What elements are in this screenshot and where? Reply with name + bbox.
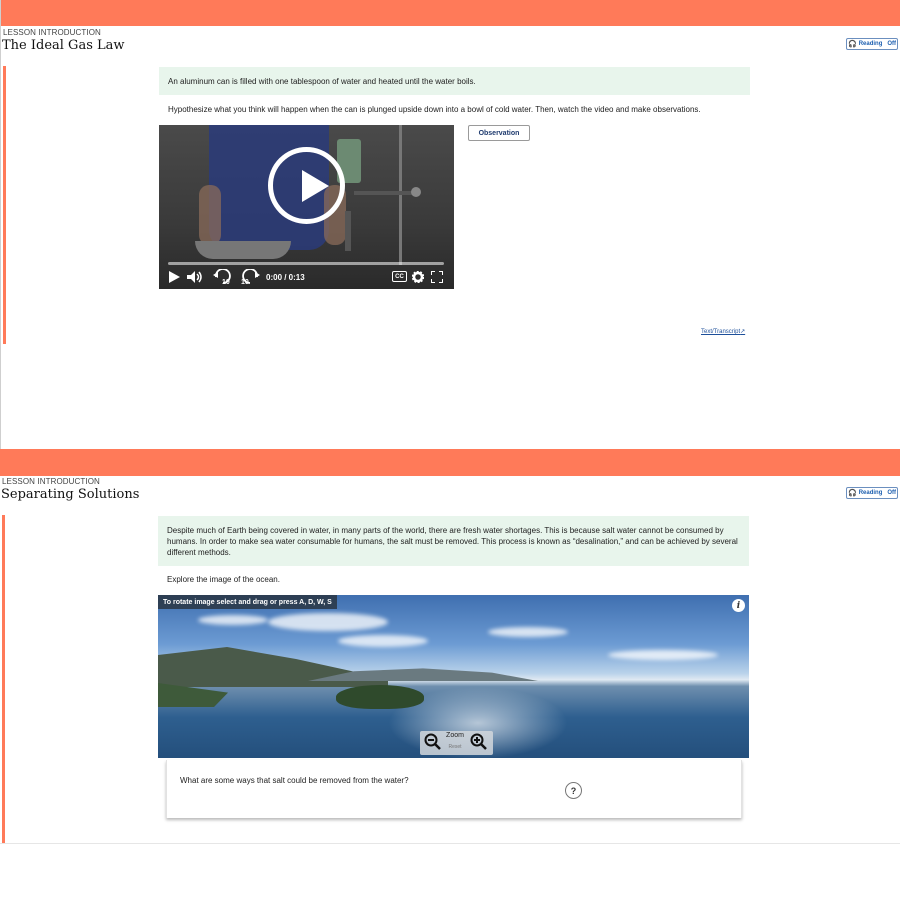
hypothesis-prompt: Hypothesize what you think will happen w… [168, 105, 701, 114]
reading-state: Off [887, 490, 897, 496]
ocean-panorama-viewer[interactable]: To rotate image select and drag or press… [158, 595, 749, 758]
video-time: 0:00 / 0:13 [266, 273, 305, 282]
left-accent-stripe [2, 515, 5, 843]
external-link-icon: ↗ [740, 329, 746, 335]
info-icon[interactable]: i [732, 599, 745, 612]
cloud [608, 650, 718, 660]
observation-button[interactable]: Observation [468, 125, 530, 141]
cloud [338, 635, 428, 647]
zoom-label: Zoom [446, 732, 464, 739]
intro-callout: An aluminum can is filled with one table… [159, 67, 750, 95]
help-button[interactable]: ? [565, 782, 582, 799]
headphones-icon: 🎧 [847, 490, 857, 497]
play-icon [302, 170, 329, 202]
fullscreen-icon[interactable] [431, 271, 443, 283]
zoom-out-icon[interactable] [424, 733, 442, 751]
rewind-10-icon[interactable]: 10 [213, 269, 235, 285]
mountain [308, 668, 538, 681]
video-frame-burner [345, 211, 351, 251]
lesson-eyebrow: LESSON INTRODUCTION [2, 477, 100, 486]
cloud [488, 627, 568, 637]
question-card: What are some ways that salt could be re… [166, 760, 742, 818]
mountain [158, 647, 388, 687]
video-frame-arm [199, 185, 221, 245]
transcript-label: Text/Transcript [701, 329, 741, 335]
top-accent-bar [1, 0, 900, 26]
video-player[interactable]: 10 10 0:00 / 0:13 CC [159, 125, 454, 289]
left-accent-stripe [3, 66, 6, 344]
lesson-panel-ideal-gas-law: LESSON INTRODUCTION The Ideal Gas Law 🎧 … [0, 0, 900, 449]
reading-toggle-button[interactable]: 🎧 Reading Off [846, 487, 898, 499]
reading-state: Off [887, 41, 897, 47]
forward-10-icon[interactable]: 10 [238, 269, 260, 285]
intro-callout: Despite much of Earth being covered in w… [158, 516, 749, 566]
cloud [268, 613, 388, 631]
settings-gear-icon[interactable] [412, 271, 424, 283]
reading-label: Reading [858, 41, 883, 47]
top-accent-bar [0, 449, 900, 476]
question-text: What are some ways that salt could be re… [180, 776, 409, 785]
zoom-controls: Zoom Reset [420, 731, 493, 755]
video-frame-bowl [195, 241, 291, 259]
zoom-in-icon[interactable] [470, 733, 488, 751]
video-frame-stand [399, 125, 402, 265]
transcript-link[interactable]: Text/Transcript↗ [701, 328, 745, 335]
cloud [198, 615, 268, 625]
video-frame-knob [411, 187, 421, 197]
closed-captions-button[interactable]: CC [392, 271, 407, 282]
forward-seconds: 10 [241, 279, 249, 285]
explore-prompt: Explore the image of the ocean. [167, 575, 280, 584]
page-title: Separating Solutions [1, 487, 140, 502]
video-frame-clamp [354, 191, 414, 195]
rotate-hint: To rotate image select and drag or press… [158, 595, 337, 609]
island [336, 685, 424, 709]
rewind-seconds: 10 [222, 279, 230, 285]
reading-toggle-button[interactable]: 🎧 Reading Off [846, 38, 898, 50]
zoom-reset-button[interactable]: Reset [443, 744, 467, 750]
headphones-icon: 🎧 [847, 41, 857, 48]
video-progress-bar[interactable] [168, 262, 444, 265]
play-icon[interactable] [169, 271, 180, 283]
volume-icon[interactable] [187, 271, 203, 283]
lesson-eyebrow: LESSON INTRODUCTION [3, 28, 101, 37]
reading-label: Reading [858, 490, 883, 496]
footer-divider [0, 843, 900, 844]
page-title: The Ideal Gas Law [2, 38, 125, 53]
play-button[interactable] [268, 147, 345, 224]
